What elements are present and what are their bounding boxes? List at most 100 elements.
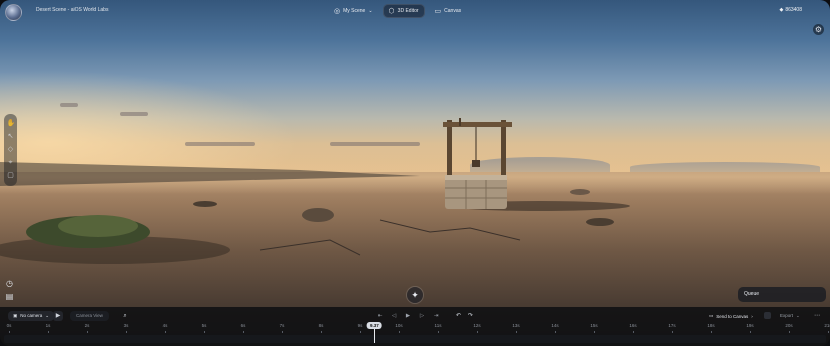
well-rim [445, 175, 507, 180]
timeline-tick-label: 5s [201, 323, 207, 328]
playhead-time[interactable]: 9.37 [367, 322, 382, 329]
add-camera-button[interactable]: ▶ [53, 311, 63, 321]
timeline-tick-label: 6s [240, 323, 246, 328]
sparkle-icon: ✦ [411, 290, 419, 300]
cube-icon: ⬡ [388, 7, 395, 15]
shrub [58, 215, 138, 237]
chevron-right-icon: › [751, 313, 753, 319]
my-scene-dropdown[interactable]: ◎ My Scene ⌄ [328, 4, 379, 18]
send-to-canvas-button[interactable]: ▭ Send to Canvas › [709, 311, 753, 321]
grab-icon[interactable]: ✋ [7, 120, 16, 128]
redo-icon[interactable]: ↷ [468, 311, 473, 321]
timeline-tick [438, 331, 439, 333]
my-scene-label: My Scene [343, 8, 366, 14]
camera-icon: ▣ [13, 313, 18, 318]
history-button[interactable]: ◷ [4, 278, 15, 289]
well-base [445, 175, 507, 209]
transport-controls: ⇤ ◁ ▶ ▷ ⇥ [376, 311, 440, 321]
settings-button[interactable]: ⚙ [813, 24, 824, 35]
timeline-tick [516, 331, 517, 333]
timeline-tick [477, 331, 478, 333]
timeline-tick-label: 11s [434, 323, 442, 328]
export-button[interactable]: Export ⌄ [780, 311, 800, 321]
credits-counter[interactable]: ◆ 863408 [779, 7, 802, 13]
timeline-tick [282, 331, 283, 333]
tool-rail: ✋ ↖ ◇ ⌖ ▢ [4, 114, 17, 186]
generate-button[interactable]: ✦ [407, 287, 423, 303]
more-options-button[interactable]: ⋯ [814, 311, 820, 321]
tab-canvas[interactable]: ▭ Canvas [429, 4, 468, 18]
scene-title: Desert Scene - aiOS World Labs [36, 7, 109, 13]
chevron-down-icon: ⌄ [368, 8, 373, 14]
timeline-tick-label: 7s [279, 323, 285, 328]
tab-3d-editor-label: 3D Editor [397, 8, 419, 14]
shape-icon[interactable]: ◇ [7, 146, 15, 154]
queue-panel[interactable]: Queue [738, 287, 826, 302]
timeline-tick [360, 331, 361, 333]
step-forward-icon[interactable]: ▷ [418, 313, 426, 319]
queue-label: Queue [744, 291, 760, 297]
well-bucket [472, 160, 480, 167]
gear-icon: ⚙ [814, 25, 823, 34]
timeline-tick-label: 13s [512, 323, 520, 328]
playhead[interactable] [374, 329, 376, 343]
camera-select[interactable]: ▣ No camera ⌄ [8, 311, 55, 321]
skip-end-icon[interactable]: ⇥ [432, 313, 440, 319]
timeline-track[interactable] [4, 335, 826, 343]
frame-button[interactable] [764, 312, 771, 319]
well-post-left [447, 120, 452, 182]
rock [586, 218, 614, 226]
chevron-down-icon: ⌄ [796, 313, 800, 318]
avatar[interactable] [5, 4, 22, 21]
timeline-tick-label: 2s [84, 323, 90, 328]
video-icon: ▶ [55, 313, 61, 319]
timeline-tick [321, 331, 322, 333]
cursor-icon[interactable]: ⌖ [7, 159, 15, 167]
timeline-tick [204, 331, 205, 333]
step-back-icon[interactable]: ◁ [390, 313, 398, 319]
control-row: ▣ No camera ⌄ ▶ Camera View ⌕ ⇤ ◁ ▶ ▷ ⇥ … [0, 309, 830, 322]
timeline-tick [711, 331, 712, 333]
undo-icon[interactable]: ↶ [456, 311, 461, 321]
timeline-tick-label: 4s [162, 323, 168, 328]
timeline-tick-label: 20s [785, 323, 793, 328]
globe-icon: ◎ [334, 7, 341, 15]
chevron-down-icon: ⌄ [45, 313, 50, 318]
timeline-tick [672, 331, 673, 333]
timeline-tick-label: 19s [746, 323, 754, 328]
tab-3d-editor[interactable]: ⬡ 3D Editor [382, 4, 425, 18]
timeline-tick [594, 331, 595, 333]
layers-button[interactable]: ▤ [4, 291, 15, 302]
rock [570, 189, 590, 195]
crop-icon[interactable]: ▢ [7, 172, 15, 180]
play-icon[interactable]: ▶ [404, 313, 412, 319]
rock [302, 208, 334, 222]
timeline-tick-label: 10s [395, 323, 403, 328]
send-icon: ▭ [709, 313, 714, 318]
skip-start-icon[interactable]: ⇤ [376, 313, 384, 319]
timeline-tick-label: 18s [707, 323, 715, 328]
rock [193, 201, 217, 207]
timeline-tick-label: 9s [357, 323, 363, 328]
camera-select-label: No camera [20, 313, 43, 318]
timeline-tick [555, 331, 556, 333]
timeline-tick [750, 331, 751, 333]
timeline-tick [828, 331, 829, 333]
arrow-icon[interactable]: ↖ [7, 133, 15, 141]
timeline[interactable]: 0s 1s 2s 3s 4s 5s 6s 7s 8s 9s 10s 11s 12s 13s 14s 15s 16… [0, 322, 830, 345]
diamond-icon: ◆ [779, 7, 784, 13]
tab-canvas-label: Canvas [444, 8, 462, 14]
timeline-tick [165, 331, 166, 333]
timeline-tick-label: 3s [123, 323, 129, 328]
canvas-icon: ▭ [434, 7, 442, 15]
timeline-tick-label: 21s [824, 323, 830, 328]
timeline-tick [87, 331, 88, 333]
timeline-tick [633, 331, 634, 333]
camera-view-button[interactable]: Camera View [70, 311, 109, 321]
layers-icon: ▤ [5, 292, 14, 301]
search-button[interactable]: ⌕ [120, 311, 130, 321]
top-bar: Desert Scene - aiOS World Labs ◎ My Scen… [0, 0, 830, 24]
timeline-tick-label: 8s [318, 323, 324, 328]
dune-band [0, 162, 420, 186]
camera-view-label: Camera View [76, 313, 103, 318]
